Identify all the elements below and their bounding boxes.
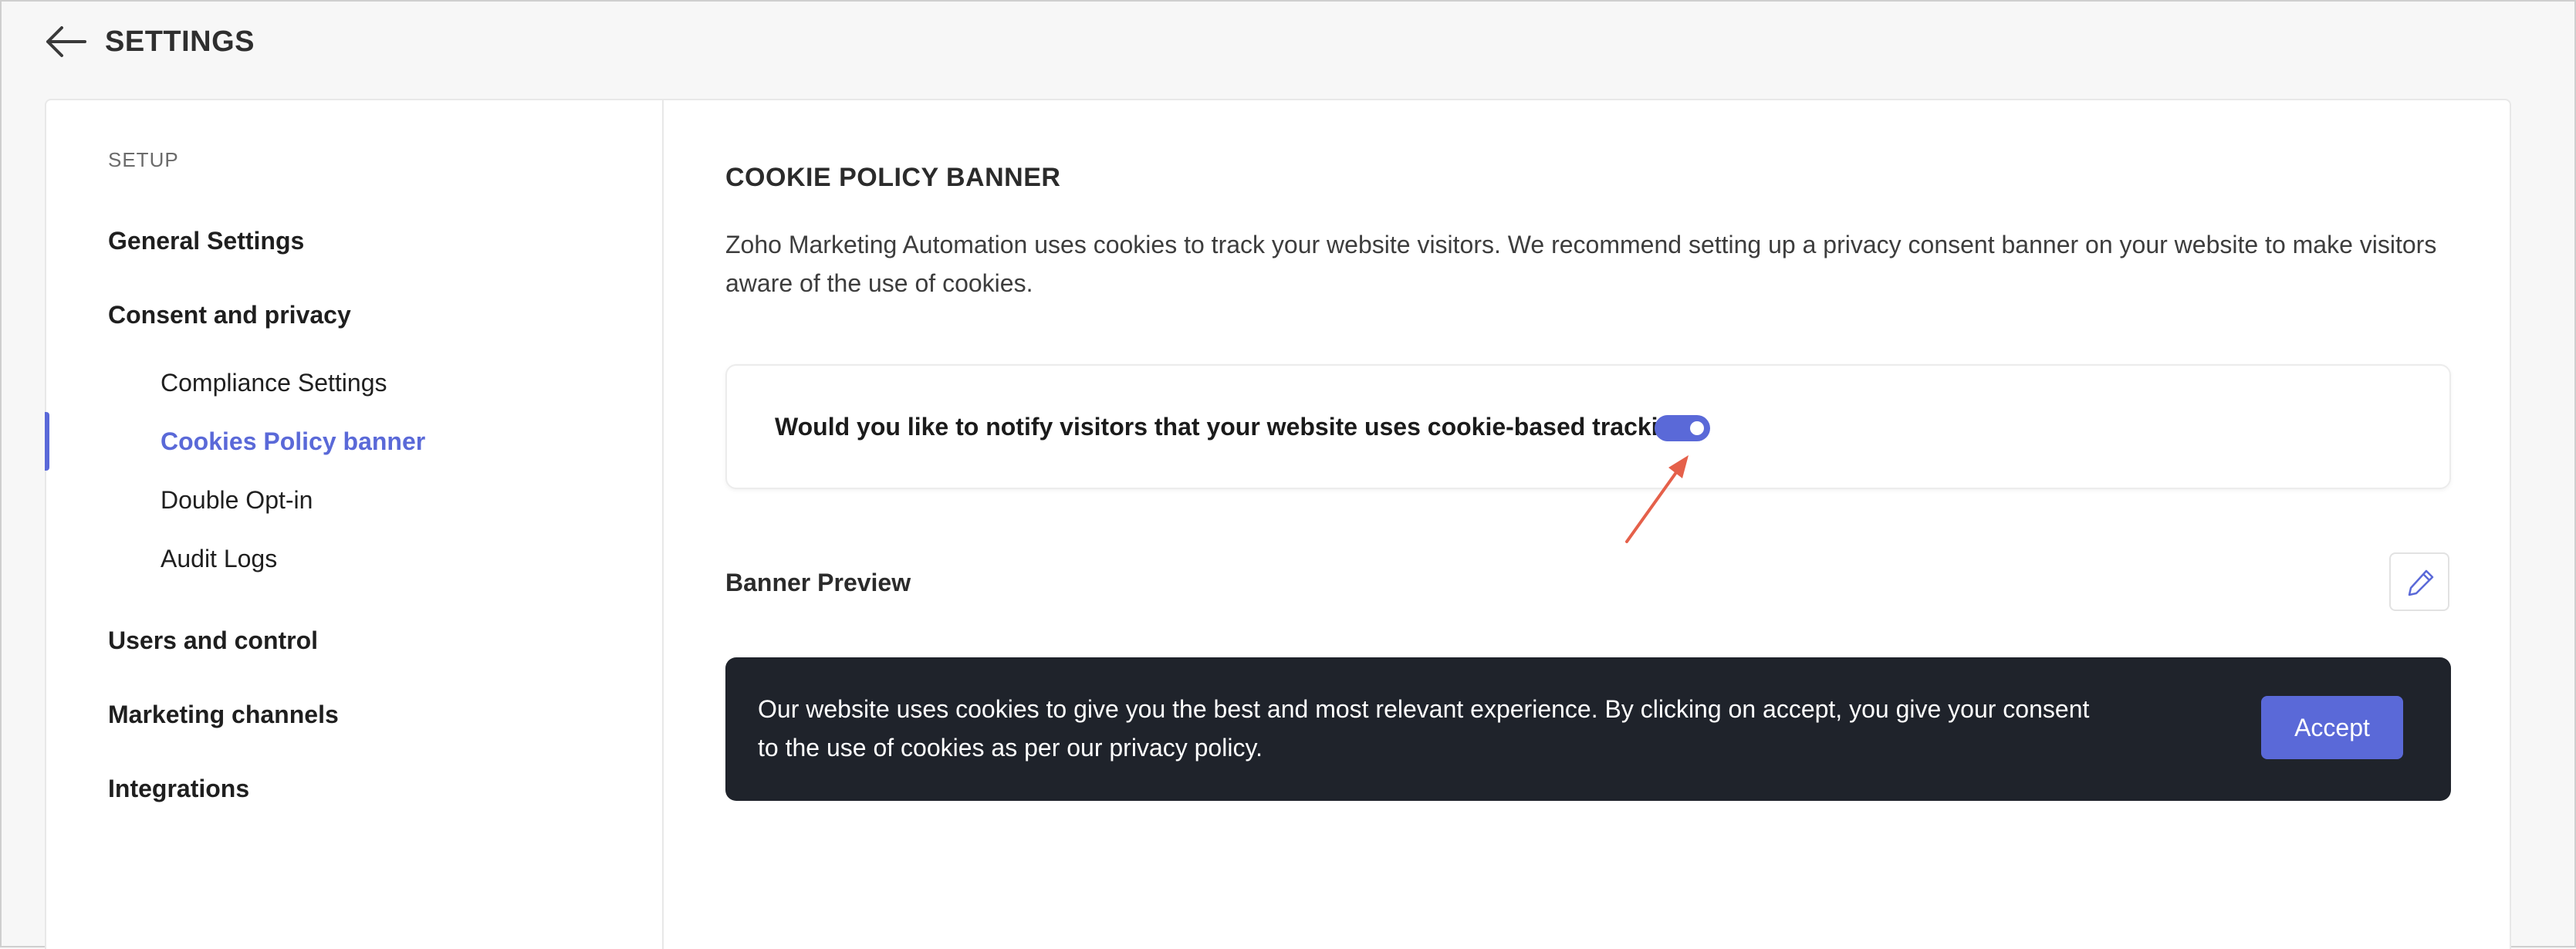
settings-sidebar: SETUP General Settings Consent and priva…	[45, 100, 664, 949]
top-bar: SETTINGS	[2, 2, 2574, 94]
section-description: Zoho Marketing Automation uses cookies t…	[725, 231, 2437, 297]
section-title: COOKIE POLICY BANNER	[725, 163, 1061, 192]
annotation-arrow-icon	[1625, 455, 1689, 543]
accept-button[interactable]: Accept	[2261, 696, 2403, 759]
sidebar-item-marketing-channels[interactable]: Marketing channels	[108, 699, 339, 730]
sidebar-item-users-and-control[interactable]: Users and control	[108, 625, 318, 656]
toggle-knob	[1690, 421, 1704, 435]
banner-message: Our website uses cookies to give you the…	[758, 695, 2090, 762]
sidebar-section-label: SETUP	[108, 148, 179, 171]
cookie-tracking-toggle[interactable]	[1655, 415, 1710, 441]
cookie-banner-preview: Our website uses cookies to give you the…	[725, 657, 2451, 801]
notify-question-label: Would you like to notify visitors that y…	[775, 413, 1704, 441]
page-title: SETTINGS	[105, 25, 255, 58]
settings-panel: SETUP General Settings Consent and priva…	[45, 99, 2511, 949]
main-content: COOKIE POLICY BANNER Zoho Marketing Auto…	[664, 100, 2510, 949]
notify-visitors-card: Would you like to notify visitors that y…	[725, 364, 2451, 489]
banner-preview-label: Banner Preview	[725, 569, 911, 596]
sidebar-item-cookies-policy-banner[interactable]: Cookies Policy banner	[161, 426, 425, 457]
sidebar-item-consent-and-privacy[interactable]: Consent and privacy	[108, 299, 351, 330]
active-item-indicator	[45, 412, 49, 471]
sidebar-item-double-opt-in[interactable]: Double Opt-in	[161, 485, 313, 515]
arrow-left-icon[interactable]	[45, 23, 88, 60]
sidebar-item-general-settings[interactable]: General Settings	[108, 225, 304, 256]
sidebar-item-integrations[interactable]: Integrations	[108, 773, 249, 804]
sidebar-item-compliance-settings[interactable]: Compliance Settings	[161, 367, 387, 398]
edit-banner-button[interactable]	[2389, 552, 2449, 611]
pencil-icon	[2408, 569, 2434, 596]
sidebar-item-audit-logs[interactable]: Audit Logs	[161, 543, 277, 574]
